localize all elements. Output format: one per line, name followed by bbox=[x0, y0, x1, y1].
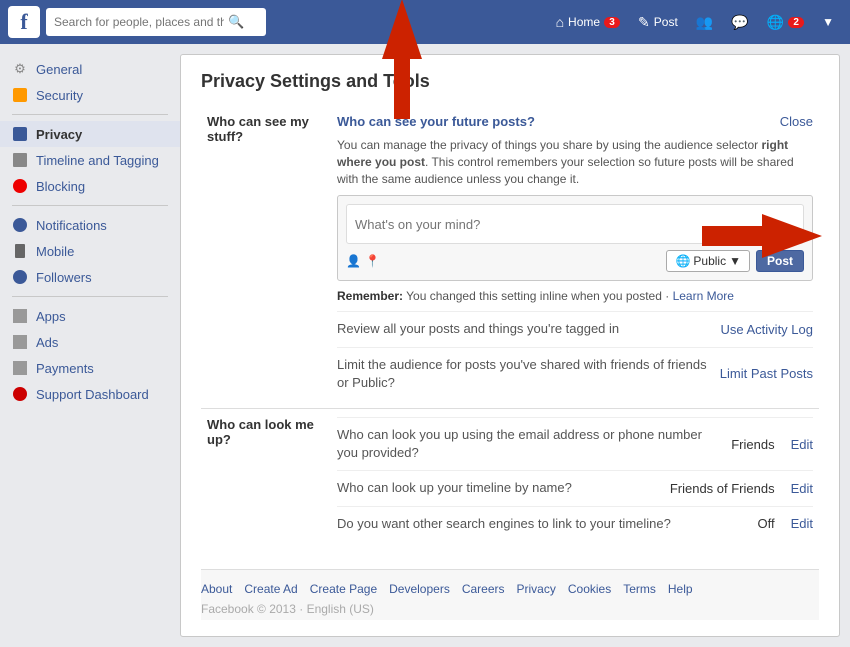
mobile-icon bbox=[12, 243, 28, 259]
footer-copyright: Facebook © 2013 · English (US) bbox=[201, 602, 819, 616]
email-lookup-edit[interactable]: Edit bbox=[791, 437, 813, 452]
post-nav-item[interactable]: ✎ Post bbox=[630, 10, 686, 35]
sidebar-item-privacy[interactable]: Privacy bbox=[0, 121, 180, 147]
sidebar-item-general[interactable]: ⚙ General bbox=[0, 56, 180, 82]
support-icon bbox=[12, 386, 28, 402]
followers-icon bbox=[12, 269, 28, 285]
future-posts-box: 👤 📍 🌐 Public ▼ Post bbox=[337, 195, 813, 281]
limit-past-row: Limit the audience for posts you've shar… bbox=[337, 347, 813, 400]
sidebar-item-followers[interactable]: Followers bbox=[0, 264, 180, 290]
name-lookup-row: Who can look up your timeline by name? F… bbox=[337, 470, 813, 505]
table-row-future-posts: Who can see my stuff? Who can see your f… bbox=[201, 106, 819, 408]
future-posts-header: Who can see your future posts? Close bbox=[337, 114, 813, 133]
limit-past-link[interactable]: Limit Past Posts bbox=[720, 366, 813, 381]
footer-links: About Create Ad Create Page Developers C… bbox=[201, 582, 819, 596]
friends-nav-item[interactable]: 👥 bbox=[688, 10, 721, 35]
post-controls: 👤 📍 🌐 Public ▼ Post bbox=[346, 250, 804, 272]
main-content: Privacy Settings and Tools Who can see m… bbox=[180, 54, 840, 637]
dropdown-arrow-icon: ▼ bbox=[729, 254, 741, 268]
search-icon[interactable]: 🔍 bbox=[228, 14, 244, 30]
search-bar[interactable]: 🔍 bbox=[46, 8, 266, 36]
remember-text: Remember: You changed this setting inlin… bbox=[337, 289, 813, 303]
person-icon: 👤 bbox=[346, 254, 361, 268]
audience-selector-button[interactable]: 🌐 Public ▼ bbox=[666, 250, 750, 272]
sidebar-item-notifications[interactable]: Notifications bbox=[0, 212, 180, 238]
ads-icon bbox=[12, 334, 28, 350]
chevron-nav-item[interactable]: ▼ bbox=[814, 11, 842, 33]
page-wrap: ⚙ General Security Privacy Timeline and … bbox=[0, 44, 850, 647]
future-posts-desc: You can manage the privacy of things you… bbox=[337, 137, 813, 187]
footer-createpage[interactable]: Create Page bbox=[310, 582, 377, 596]
footer-terms[interactable]: Terms bbox=[623, 582, 656, 596]
globe-small-icon: 🌐 bbox=[675, 254, 690, 268]
privacy-icon bbox=[12, 126, 28, 142]
home-nav-item[interactable]: ⌂ Home 3 bbox=[548, 10, 628, 34]
what-on-mind-input[interactable] bbox=[346, 204, 804, 244]
row-main-future-posts: Who can see your future posts? Close You… bbox=[331, 106, 819, 408]
sidebar-item-blocking[interactable]: Blocking bbox=[0, 173, 180, 199]
nav-items: ⌂ Home 3 ✎ Post 👥 💬 🌐 2 ▼ bbox=[548, 10, 842, 35]
settings-table: Who can see my stuff? Who can see your f… bbox=[201, 106, 819, 549]
email-lookup-row: Who can look you up using the email addr… bbox=[337, 417, 813, 470]
sidebar-item-support[interactable]: Support Dashboard bbox=[0, 381, 180, 407]
sidebar-item-security[interactable]: Security bbox=[0, 82, 180, 108]
globe-badge: 2 bbox=[788, 17, 804, 28]
search-input[interactable] bbox=[54, 15, 224, 29]
gear-icon: ⚙ bbox=[12, 61, 28, 77]
footer-developers[interactable]: Developers bbox=[389, 582, 450, 596]
footer-help[interactable]: Help bbox=[668, 582, 693, 596]
apps-icon bbox=[12, 308, 28, 324]
footer-createad[interactable]: Create Ad bbox=[244, 582, 297, 596]
sidebar-item-apps[interactable]: Apps bbox=[0, 303, 180, 329]
sidebar-item-payments[interactable]: Payments bbox=[0, 355, 180, 381]
row-header-lookup: Who can look me up? bbox=[201, 408, 331, 548]
sidebar: ⚙ General Security Privacy Timeline and … bbox=[0, 44, 180, 647]
bell-icon bbox=[12, 217, 28, 233]
timeline-icon bbox=[12, 152, 28, 168]
sidebar-item-mobile[interactable]: Mobile bbox=[0, 238, 180, 264]
future-posts-title: Who can see your future posts? bbox=[337, 114, 535, 129]
home-icon: ⌂ bbox=[556, 14, 564, 30]
facebook-logo: f bbox=[8, 6, 40, 38]
globe-nav-item[interactable]: 🌐 2 bbox=[759, 10, 812, 35]
payments-icon bbox=[12, 360, 28, 376]
chevron-down-icon: ▼ bbox=[822, 15, 834, 29]
activity-log-link[interactable]: Use Activity Log bbox=[721, 322, 814, 337]
search-engines-edit[interactable]: Edit bbox=[791, 516, 813, 531]
post-icons: 👤 📍 bbox=[346, 254, 660, 268]
row-header-future-posts: Who can see my stuff? bbox=[201, 106, 331, 408]
row-main-lookup: Who can look you up using the email addr… bbox=[331, 408, 819, 548]
footer-privacy[interactable]: Privacy bbox=[517, 582, 556, 596]
learn-more-link[interactable]: Learn More bbox=[673, 289, 734, 303]
footer-careers[interactable]: Careers bbox=[462, 582, 505, 596]
friends-icon: 👥 bbox=[696, 14, 713, 31]
sidebar-divider-2 bbox=[12, 205, 168, 206]
sidebar-item-ads[interactable]: Ads bbox=[0, 329, 180, 355]
footer-cookies[interactable]: Cookies bbox=[568, 582, 611, 596]
edit-icon: ✎ bbox=[638, 14, 650, 31]
sidebar-divider bbox=[12, 114, 168, 115]
search-engines-row: Do you want other search engines to link… bbox=[337, 506, 813, 541]
close-link[interactable]: Close bbox=[780, 114, 813, 129]
footer-about[interactable]: About bbox=[201, 582, 232, 596]
messages-icon: 💬 bbox=[731, 14, 748, 31]
location-icon: 📍 bbox=[365, 254, 380, 268]
top-navigation: f 🔍 ⌂ Home 3 ✎ Post 👥 💬 🌐 2 ▼ bbox=[0, 0, 850, 44]
activity-log-row: Review all your posts and things you're … bbox=[337, 311, 813, 346]
table-row-lookup: Who can look me up? Who can look you up … bbox=[201, 408, 819, 548]
footer: About Create Ad Create Page Developers C… bbox=[201, 569, 819, 620]
lock-icon bbox=[12, 87, 28, 103]
sidebar-divider-3 bbox=[12, 296, 168, 297]
messages-nav-item[interactable]: 💬 bbox=[723, 10, 756, 35]
page-title: Privacy Settings and Tools bbox=[201, 71, 819, 92]
block-icon bbox=[12, 178, 28, 194]
future-posts-section: Who can see your future posts? Close You… bbox=[337, 114, 813, 303]
post-button[interactable]: Post bbox=[756, 250, 804, 272]
name-lookup-edit[interactable]: Edit bbox=[791, 481, 813, 496]
globe-icon: 🌐 bbox=[767, 14, 784, 31]
sidebar-item-timeline[interactable]: Timeline and Tagging bbox=[0, 147, 180, 173]
home-badge: 3 bbox=[604, 17, 620, 28]
